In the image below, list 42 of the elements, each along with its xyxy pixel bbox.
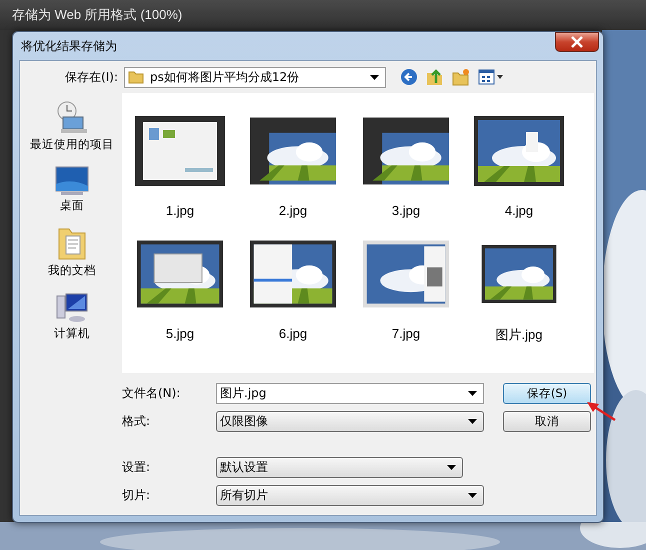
cancel-button[interactable]: 取消 — [503, 411, 591, 432]
file-item[interactable]: 6.jpg — [241, 226, 345, 344]
file-item[interactable]: 4.jpg — [467, 103, 571, 218]
sidebar-item[interactable]: 桌面 — [55, 166, 89, 213]
field-label: 切片: — [121, 487, 152, 504]
file-item[interactable]: 5.jpg — [128, 226, 232, 344]
file-item[interactable]: 2.jpg — [241, 103, 345, 218]
caret-icon — [468, 493, 477, 498]
field-label: 设置: — [121, 459, 152, 476]
window-title: 存储为 Web 所用格式 (100%) — [12, 6, 182, 24]
field-label: 文件名(N): — [121, 385, 182, 402]
dropdown[interactable]: 默认设置 — [216, 457, 463, 478]
view-menu-icon[interactable] — [478, 69, 504, 85]
folder-icon — [128, 69, 144, 85]
file-item[interactable]: 3.jpg — [354, 103, 458, 218]
up-folder-icon[interactable] — [426, 68, 444, 86]
close-button[interactable] — [555, 32, 599, 52]
caret-icon — [468, 419, 477, 424]
field-label: 格式: — [121, 413, 152, 430]
close-icon — [570, 36, 584, 48]
save-in-label: 保存在(I): — [64, 68, 119, 86]
clock-computer-icon — [55, 101, 89, 135]
computer-icon — [55, 292, 89, 324]
location-dropdown[interactable]: ps如何将图片平均分成12份 — [124, 66, 386, 88]
dialog-title: 将优化结果存储为 — [21, 38, 117, 54]
save-button[interactable]: 保存(S) — [503, 383, 591, 404]
file-item[interactable]: 1.jpg — [128, 103, 232, 218]
filename-field[interactable]: 图片.jpg — [216, 383, 484, 404]
documents-folder-icon — [57, 227, 87, 261]
sidebar-item[interactable]: 最近使用的项目 — [30, 101, 114, 152]
caret-icon — [468, 391, 477, 396]
sidebar-item[interactable]: 计算机 — [54, 292, 90, 341]
back-icon[interactable] — [400, 68, 418, 86]
caret-icon — [447, 465, 456, 470]
new-folder-icon[interactable] — [452, 68, 470, 86]
file-item[interactable]: 图片.jpg — [467, 226, 571, 344]
dropdown[interactable]: 所有切片 — [216, 485, 484, 506]
dropdown[interactable]: 仅限图像 — [216, 411, 484, 432]
desktop-icon — [55, 166, 89, 196]
caret-icon — [370, 74, 379, 80]
file-item[interactable]: 7.jpg — [354, 226, 458, 344]
sidebar-item[interactable]: 我的文档 — [48, 227, 96, 278]
